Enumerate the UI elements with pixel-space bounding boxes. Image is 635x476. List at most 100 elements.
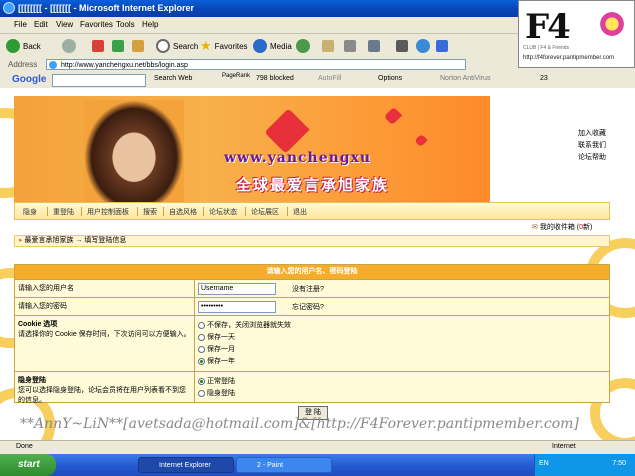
popup-blocked-button[interactable]: 798 blocked bbox=[256, 75, 294, 82]
nav-logout[interactable]: 退出 bbox=[293, 207, 307, 217]
password-input[interactable]: ••••••••• bbox=[198, 301, 276, 313]
ie-icon bbox=[3, 2, 15, 14]
banner-site-url: www.yanchengxu bbox=[224, 150, 372, 166]
search-button[interactable]: Search bbox=[156, 38, 198, 54]
messenger-icon bbox=[416, 39, 430, 53]
discuss-icon bbox=[396, 40, 408, 52]
forward-arrow-icon bbox=[62, 39, 76, 53]
counter-badge[interactable]: 23 bbox=[540, 75, 548, 82]
history-icon bbox=[296, 39, 310, 53]
radio-selected-icon bbox=[198, 357, 205, 365]
f4-logo-text: F4 bbox=[525, 7, 571, 47]
login-hidden-option[interactable]: 隐身登陆 bbox=[198, 387, 606, 399]
cookie-option-year[interactable]: 保存一年 bbox=[198, 355, 606, 367]
menu-favorites[interactable]: Favorites bbox=[80, 20, 113, 29]
discuss-button[interactable] bbox=[396, 38, 408, 54]
menu-file[interactable]: File bbox=[14, 20, 27, 29]
logo-subtitle: CLUB | F4 & Friends bbox=[523, 45, 570, 51]
nav-style[interactable]: 自选风格 bbox=[169, 207, 197, 217]
translate-icon bbox=[436, 40, 448, 52]
media-icon bbox=[253, 39, 267, 53]
login-normal-option[interactable]: 正常登陆 bbox=[198, 375, 606, 387]
web-page: www.yanchengxu 全球最爱言承旭家族 加入收藏 联系我们 论坛帮助 … bbox=[0, 88, 635, 440]
radio-icon bbox=[198, 345, 205, 353]
messenger-button[interactable] bbox=[416, 38, 430, 54]
taskbar-ie-button[interactable]: Internet Explorer bbox=[138, 457, 234, 473]
nav-hide[interactable]: 隐身 bbox=[23, 207, 37, 217]
bullet-icon: ▸ bbox=[19, 237, 23, 244]
address-input[interactable]: http://www.yanchengxu.net/bbs/login.asp bbox=[46, 59, 466, 70]
taskbar-paint-button[interactable]: 2 - Paint bbox=[236, 457, 332, 473]
status-zone: Internet bbox=[552, 443, 576, 450]
username-row: 请输入您的用户名 Username 没有注册? bbox=[15, 279, 609, 297]
translate-button[interactable] bbox=[436, 38, 448, 54]
google-logo[interactable]: Google bbox=[12, 74, 46, 85]
google-toolbar: Google Search Web PageRank 798 blocked A… bbox=[0, 72, 635, 89]
nav-relogin[interactable]: 重登陆 bbox=[53, 207, 74, 217]
home-button[interactable] bbox=[132, 38, 144, 54]
flower-icon bbox=[597, 9, 627, 39]
cookie-title: Cookie 选项 bbox=[18, 321, 58, 328]
refresh-icon bbox=[112, 40, 124, 52]
forward-button[interactable] bbox=[62, 38, 76, 54]
back-arrow-icon bbox=[6, 39, 20, 53]
refresh-button[interactable] bbox=[112, 38, 124, 54]
home-icon bbox=[132, 40, 144, 52]
contact-us-link[interactable]: 联系我们 bbox=[578, 140, 606, 152]
logo-url: http://f4forever.pantipmember.com bbox=[523, 55, 615, 61]
hidden-login-row: 隐身登陆 您可以选择隐身登陆，论坛会员将在用户列表看不到您的信息。 正常登陆 隐… bbox=[15, 371, 609, 404]
register-link[interactable]: 没有注册? bbox=[292, 286, 324, 293]
cookie-option-day[interactable]: 保存一天 bbox=[198, 331, 606, 343]
pagerank-indicator[interactable]: PageRank bbox=[222, 73, 250, 79]
nav-gallery[interactable]: 论坛展区 bbox=[251, 207, 279, 217]
menu-help[interactable]: Help bbox=[142, 20, 158, 29]
mail-button[interactable] bbox=[322, 38, 334, 54]
breadcrumb-forum[interactable]: 最爱言承旭家族 bbox=[24, 237, 73, 244]
media-button[interactable]: Media bbox=[253, 38, 292, 54]
status-text: Done bbox=[16, 443, 33, 450]
inbox-link[interactable]: ✉ 我的收件箱 (0新) bbox=[532, 222, 592, 232]
side-links: 加入收藏 联系我们 论坛帮助 bbox=[578, 128, 606, 164]
username-input[interactable]: Username bbox=[198, 283, 276, 295]
page-icon bbox=[49, 61, 57, 69]
stop-button[interactable] bbox=[92, 38, 104, 54]
print-button[interactable] bbox=[344, 38, 356, 54]
options-button[interactable]: Options bbox=[378, 75, 402, 82]
favorites-button[interactable]: ★ Favorites bbox=[200, 38, 248, 54]
banner-photo bbox=[84, 100, 184, 204]
norton-antivirus-button[interactable]: Norton AntiVirus bbox=[440, 75, 490, 82]
print-icon bbox=[344, 40, 356, 52]
forum-help-link[interactable]: 论坛帮助 bbox=[578, 152, 606, 164]
status-bar: Done Internet bbox=[0, 440, 635, 455]
menu-edit[interactable]: Edit bbox=[34, 20, 48, 29]
hidden-login-title: 隐身登陆 bbox=[18, 377, 46, 384]
breadcrumb: ▸ 最爱言承旭家族 → 填写登陆信息 bbox=[14, 235, 610, 247]
back-button[interactable]: Back bbox=[6, 38, 41, 54]
star-icon: ★ bbox=[200, 38, 212, 53]
history-button[interactable] bbox=[296, 38, 310, 54]
search-web-button[interactable]: Search Web bbox=[154, 75, 192, 82]
add-favorite-link[interactable]: 加入收藏 bbox=[578, 128, 606, 140]
language-indicator[interactable]: EN bbox=[539, 460, 549, 467]
mail-icon bbox=[322, 40, 334, 52]
menu-tools[interactable]: Tools bbox=[116, 20, 135, 29]
menu-view[interactable]: View bbox=[56, 20, 73, 29]
clock[interactable]: 7:50 bbox=[612, 460, 626, 467]
nav-status[interactable]: 论坛状态 bbox=[209, 207, 237, 217]
nav-control-panel[interactable]: 用户控制面板 bbox=[87, 207, 129, 217]
banner-site-title: 全球最爱言承旭家族 bbox=[236, 177, 390, 194]
google-search-input[interactable] bbox=[52, 74, 146, 87]
start-button[interactable]: start bbox=[0, 454, 56, 476]
address-label: Address bbox=[8, 60, 38, 69]
radio-icon bbox=[198, 321, 205, 329]
nav-search[interactable]: 搜索 bbox=[143, 207, 157, 217]
autofill-button[interactable]: AutoFill bbox=[318, 75, 341, 82]
edit-button[interactable] bbox=[368, 38, 380, 54]
username-label: 请输入您的用户名 bbox=[15, 280, 195, 297]
forgot-password-link[interactable]: 忘记密码? bbox=[292, 304, 324, 311]
mailbox-icon: ✉ bbox=[532, 224, 538, 231]
cookie-option-none[interactable]: 不保存，关闭浏览器就失效 bbox=[198, 319, 606, 331]
hidden-login-description: 您可以选择隐身登陆，论坛会员将在用户列表看不到您的信息。 bbox=[18, 387, 186, 404]
stop-icon bbox=[92, 40, 104, 52]
cookie-option-month[interactable]: 保存一月 bbox=[198, 343, 606, 355]
